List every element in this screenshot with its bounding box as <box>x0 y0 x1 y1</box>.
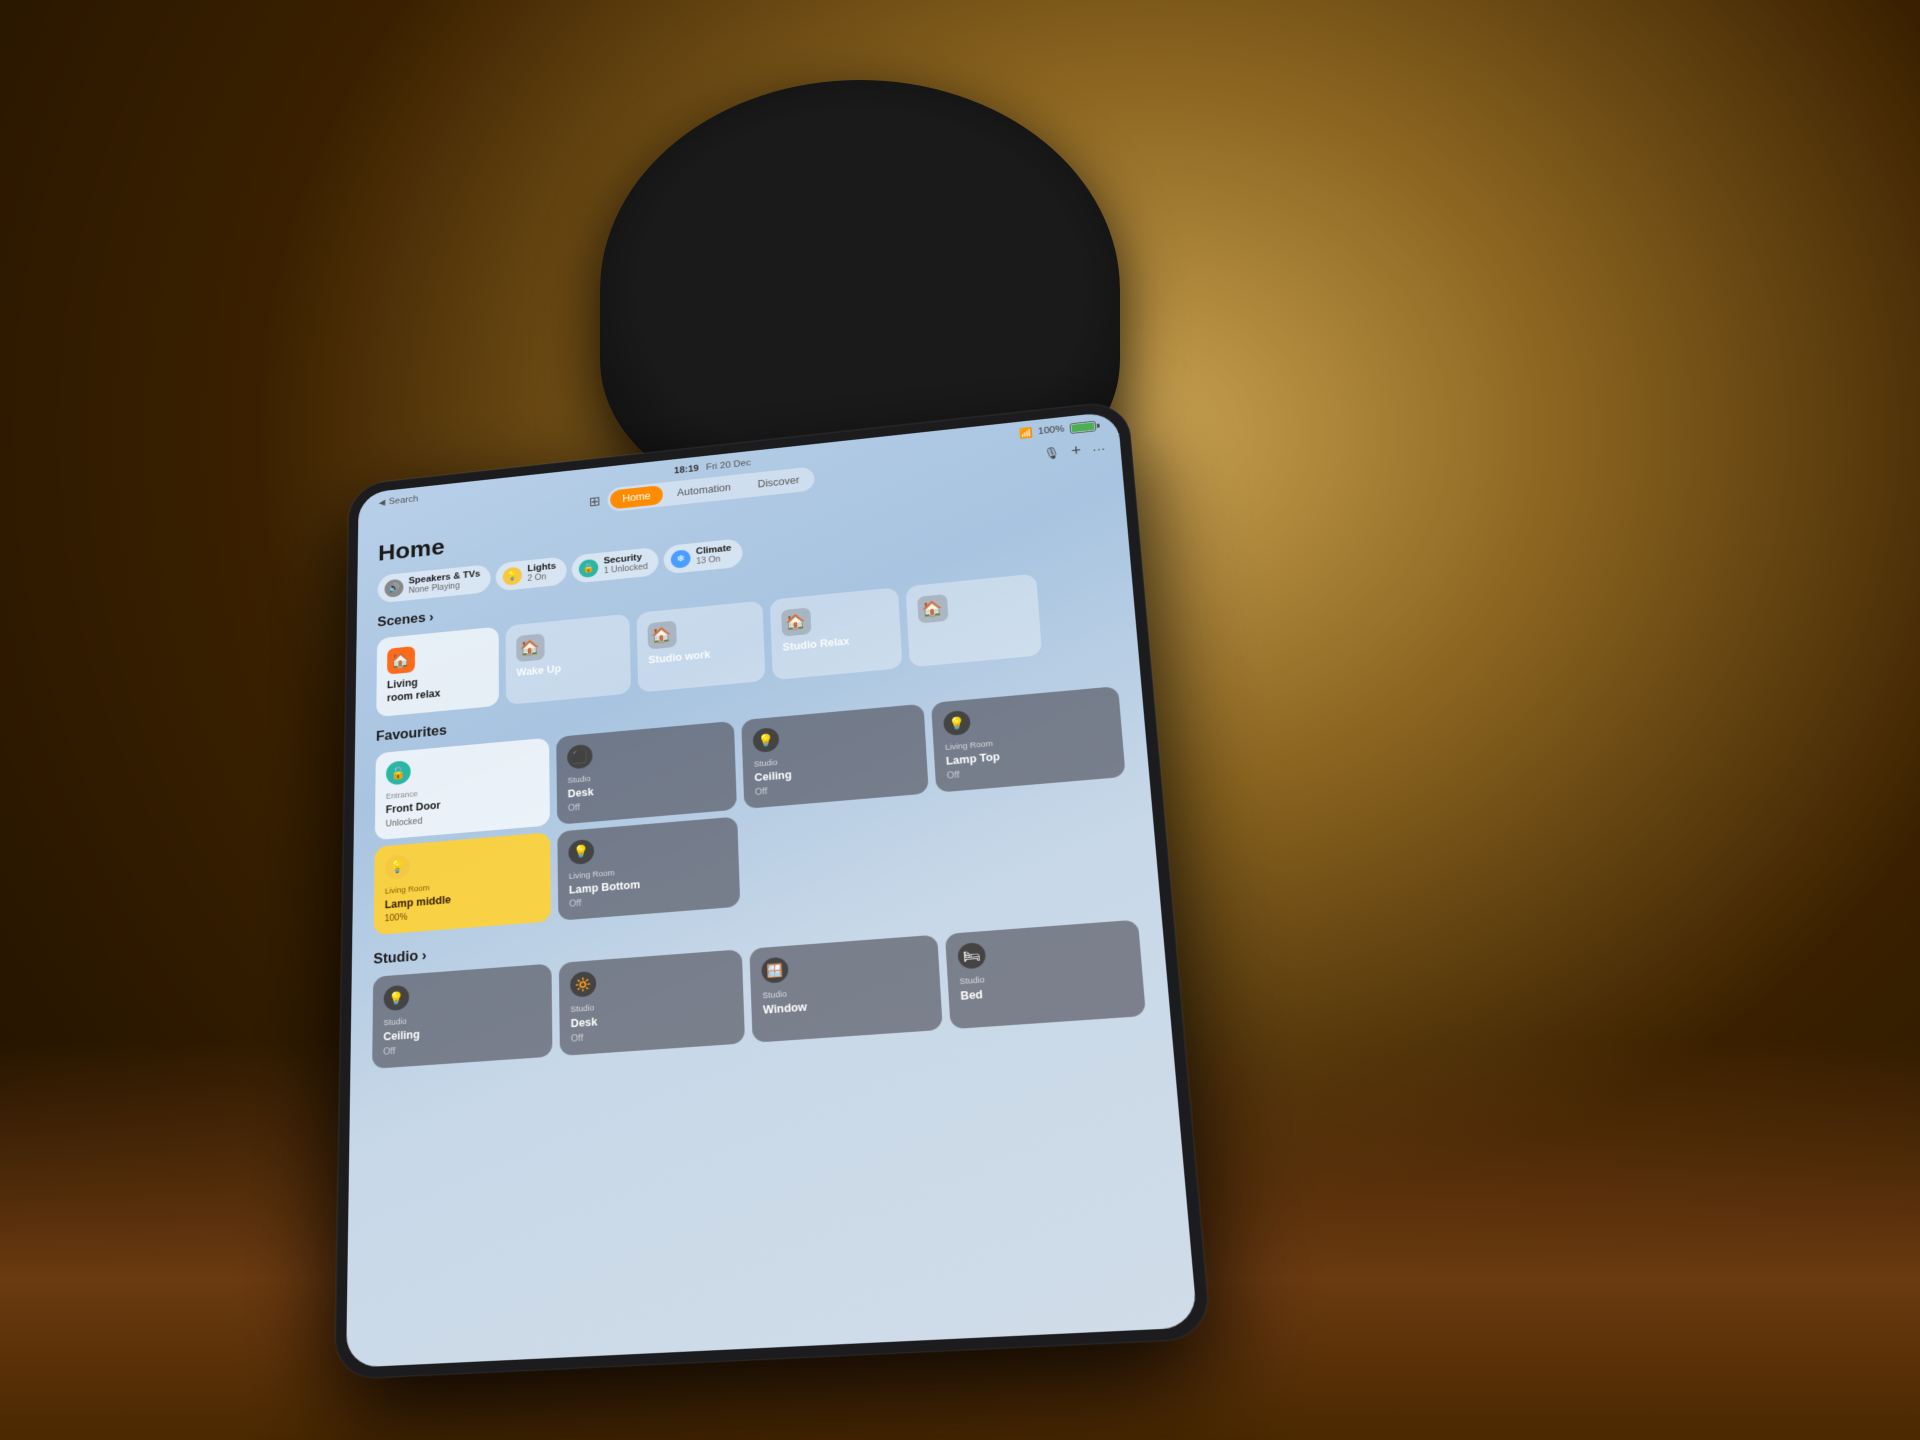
scene-5[interactable]: 🏠 <box>905 574 1042 668</box>
fav-living-room-lamp-top[interactable]: 💡 Living Room Lamp Top Off <box>931 686 1126 792</box>
chip-climate[interactable]: ❄ Climate 13 On <box>664 538 743 574</box>
add-icon[interactable]: + <box>1071 441 1082 459</box>
favourites-label: Favourites <box>376 724 447 745</box>
studio-ceiling-icon: 💡 <box>753 727 780 753</box>
back-arrow: ◀ <box>379 498 386 507</box>
lamp-middle-icon: 💡 <box>385 854 410 880</box>
fav-living-room-lamp-bottom[interactable]: 💡 Living Room Lamp Bottom Off <box>557 816 740 921</box>
speakers-icon: 🔊 <box>384 578 403 597</box>
fav-studio-ceiling[interactable]: 💡 Studio Ceiling Off <box>741 704 929 809</box>
studio-bed-icon: 🛏 <box>957 942 986 970</box>
chip-security[interactable]: 🔒 Security 1 Unlocked <box>572 547 659 584</box>
studio-ceiling-card[interactable]: 💡 Studio Ceiling Off <box>372 964 552 1069</box>
chip-security-text: Security 1 Unlocked <box>603 552 648 577</box>
battery-label: 100% <box>1038 424 1065 436</box>
scene-icon-living-room-relax: 🏠 <box>387 646 415 675</box>
grid-view-icon[interactable]: ⊞ <box>589 493 601 510</box>
security-icon: 🔒 <box>579 558 599 578</box>
main-content: Home 🔊 Speakers & TVs None Playing 💡 Li <box>350 463 1170 1070</box>
studio-desk-icon: ⬛ <box>567 744 593 770</box>
chip-lights[interactable]: 💡 Lights 2 On <box>496 556 567 591</box>
studio-label: Studio <box>373 949 418 968</box>
ipad-screen: ◀ Search 18:19 Fri 20 Dec 📶 100% <box>346 411 1198 1368</box>
studio-desk-2-icon: 🔆 <box>570 971 596 998</box>
scene-icon-5: 🏠 <box>917 594 948 624</box>
scene-icon-studio-work: 🏠 <box>647 621 676 650</box>
scene-icon-studio-relax: 🏠 <box>781 608 811 637</box>
studio-desk-card[interactable]: 🔆 Studio Desk Off <box>559 949 745 1055</box>
climate-icon: ❄ <box>671 549 691 569</box>
studio-bed-card[interactable]: 🛏 Studio Bed <box>945 920 1146 1029</box>
scene-studio-relax[interactable]: 🏠 Studio Relax <box>770 587 903 680</box>
lamp-top-icon: 💡 <box>943 710 971 736</box>
lights-icon: 💡 <box>503 566 522 586</box>
scenes-label: Scenes <box>377 611 425 630</box>
waveform-icon[interactable]: 🎙 <box>1043 445 1061 460</box>
ipad-bezel: ◀ Search 18:19 Fri 20 Dec 📶 100% <box>335 400 1212 1380</box>
scene-icon-wake-up: 🏠 <box>516 634 544 663</box>
chip-climate-text: Climate 13 On <box>696 543 732 567</box>
studio-window-icon: 🪟 <box>761 957 789 984</box>
ipad-device: ◀ Search 18:19 Fri 20 Dec 📶 100% <box>335 400 1212 1380</box>
status-time: 18:19 <box>674 464 699 476</box>
status-center-group: 18:19 Fri 20 Dec <box>674 458 751 476</box>
chip-speakers-text: Speakers & TVs None Playing <box>408 569 480 596</box>
tab-discover[interactable]: Discover <box>745 469 813 495</box>
fav-living-room-lamp-middle[interactable]: 💡 Living Room Lamp middle 100% <box>374 832 551 935</box>
scene-living-room-relax[interactable]: 🏠 Livingroom relax <box>376 627 499 718</box>
chip-speakers[interactable]: 🔊 Speakers & TVs None Playing <box>378 564 491 603</box>
tab-automation[interactable]: Automation <box>664 476 743 503</box>
status-left: ◀ Search <box>379 494 419 508</box>
status-date: Fri 20 Dec <box>706 458 751 472</box>
front-door-icon: 🔓 <box>386 760 411 785</box>
fav-entrance-front-door[interactable]: 🔓 Entrance Front Door Unlocked <box>375 738 550 840</box>
lamp-bottom-icon: 💡 <box>568 839 594 865</box>
wifi-icon: 📶 <box>1018 427 1033 440</box>
nav-actions: 🎙 + ··· <box>1043 439 1106 463</box>
scenes-chevron[interactable]: › <box>429 611 434 626</box>
chip-lights-text: Lights 2 On <box>527 561 556 584</box>
battery-icon <box>1069 420 1096 433</box>
studio-ceiling-2-icon: 💡 <box>384 985 410 1012</box>
fav-studio-desk[interactable]: ⬛ Studio Desk Off <box>556 721 737 824</box>
studio-window-card[interactable]: 🪟 Studio Window <box>749 935 942 1043</box>
scene-wake-up[interactable]: 🏠 Wake Up <box>506 614 631 706</box>
studio-chevron[interactable]: › <box>422 949 427 965</box>
search-label[interactable]: Search <box>389 494 419 506</box>
more-icon[interactable]: ··· <box>1092 441 1106 455</box>
scene-studio-work[interactable]: 🏠 Studio work <box>636 601 765 693</box>
tab-home[interactable]: Home <box>610 485 663 510</box>
